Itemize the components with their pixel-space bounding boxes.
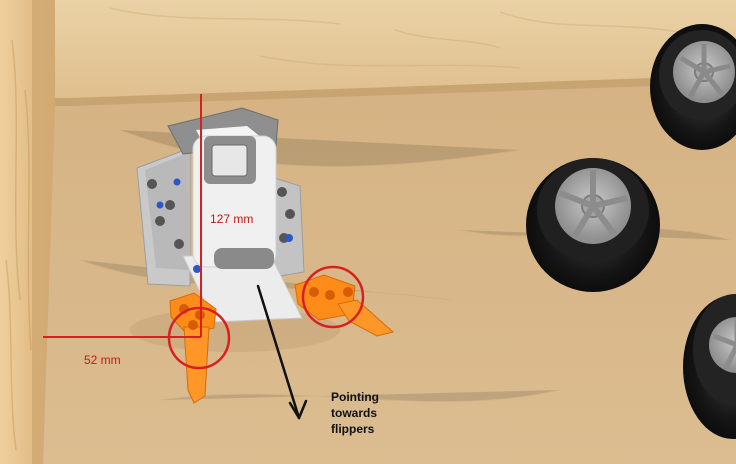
tire-middle-right [526,158,660,292]
height-measurement-label: 127 mm [210,212,254,226]
direction-label-line-1: Pointing [331,390,379,404]
direction-label-line-3: flippers [331,422,375,436]
width-measurement-label: 52 mm [84,353,121,367]
direction-label-line-2: towards [331,406,378,420]
direction-label: Pointing towards flippers [331,389,379,437]
